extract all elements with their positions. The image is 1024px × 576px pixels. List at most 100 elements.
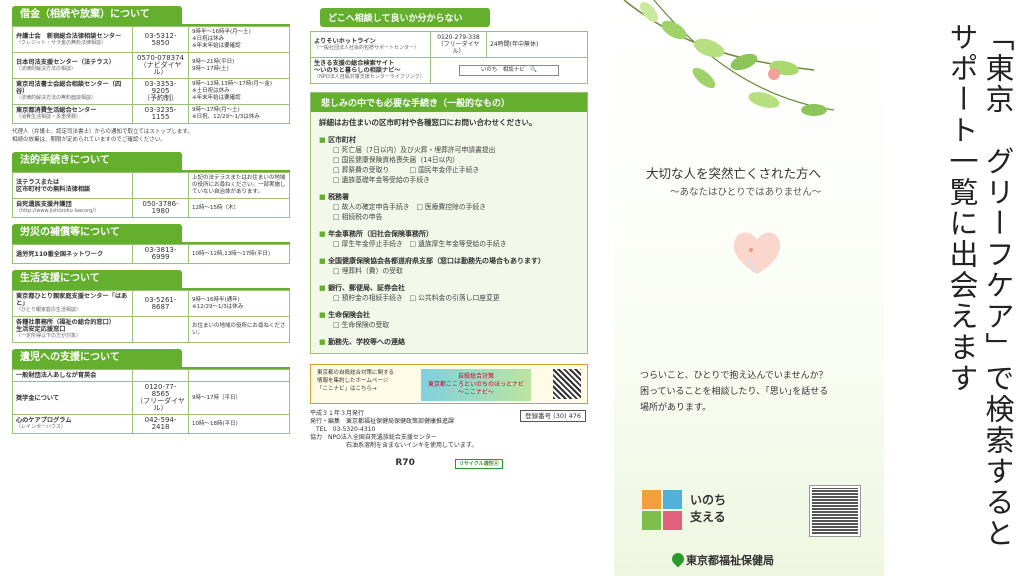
org-cell: よりそいホットライン （一般社団法人社会的包摂サポートセンター） — [310, 31, 431, 58]
recycle-badge: リサイクル適性Ⓐ — [454, 459, 503, 469]
table-row: 東京司法書士会総合相談センター（四谷） （法律的解決方法の無料面談相談） 03-33… — [12, 78, 290, 105]
org-cell: 奨学金について — [12, 381, 133, 415]
banner-text: 東京都の自殺総合対策に関する 情報を集約したホームページ 「ここナビ」はこちら→ — [317, 370, 395, 392]
org-sub: （http://www.jishiizoku-law.org/） — [16, 208, 100, 214]
hours-cell: 10時〜12時,13時〜17時(平日) — [188, 244, 290, 264]
org-name: 東京都消費生活総合センター — [16, 107, 97, 114]
debt-note: 代理人（弁護士、認定司法書士）からの通知で取立てはストップします。 相続の放棄は… — [12, 129, 193, 143]
org-sub: （クレジット・サラ金の無料法律相談） — [16, 39, 107, 46]
section-legal: 法的手続きについて 法テラスまたは 区市町村での無料法律相談 上記の法テラスまたは… — [12, 152, 290, 218]
org-sub: （ひとり親家庭の生活相談） — [16, 307, 81, 313]
org-sub: （レインボーハウス） — [16, 424, 66, 430]
publication-line: TEL 03-5320-4310 — [310, 426, 376, 433]
labor-table: 過労死110番全国ネットワーク 03-3813-6999 10時〜12時,13時〜1… — [12, 244, 290, 264]
org-sub: （一般社団法人社会的包摂サポートセンター） — [314, 44, 420, 51]
consult-title: どこへ相談して良いか分からない — [320, 8, 490, 27]
org-sub: （法律的解決方法の無料面談相談） — [16, 95, 97, 101]
orphan-table: 一般財団法人あしなが育英会 奨学金について 0120-77-8565 （フリーダイヤ… — [12, 369, 290, 434]
org-sub: （NPO法人自殺対策支援センターライフリンク） — [314, 74, 425, 80]
search-cell: いのち 相談ナビ 🔍 — [430, 57, 588, 84]
middle-column: どこへ相談して良いか分からない よりそいホットライン （一般社団法人社会的包摂サポ… — [310, 8, 588, 469]
banner-image: 自殺総合対策 東京都こころといのちのほっとナビ 〜ここナビ〜 — [421, 369, 531, 401]
legal-table: 法テラスまたは 区市町村での無料法律相談 上記の法テラスまたはお住まいの地域の役所… — [12, 172, 290, 218]
org-cell: 東京都ひとり親家庭支援センター「はあと」 （ひとり親家庭の生活相談） — [12, 290, 133, 317]
tel-cell: 042-594-2418 — [132, 414, 189, 434]
tel-cell: 03-3235-1155 — [132, 104, 189, 124]
section-title: 法的手続きについて — [12, 152, 290, 172]
org-name: 法テラスまたは 区市町村での無料法律相談 — [16, 178, 91, 193]
table-row: 一般財団法人あしなが育英会 — [12, 369, 290, 382]
tel-cell: 0570-078374 （ナビダイヤル） — [132, 52, 189, 79]
org-name: 心のケアプログラム — [16, 417, 72, 424]
section-title: 労災の補償等について — [12, 224, 290, 244]
org-cell: 生きる支援の総合検索サイト 〜いのちと暮らしの相談ナビ〜 （NPO法人自殺対策支援… — [310, 57, 431, 84]
qr-code — [553, 369, 581, 399]
org-name: 奨学金について — [16, 394, 60, 402]
procedure-category: 勤務先、学校等への連絡 — [319, 337, 579, 347]
hours-cell: 9時〜17時(月〜土) ※日祝、12/29〜1/3は休み — [188, 104, 290, 124]
procedures-box: 悲しみの中でも必要な手続き（一般的なもの） 詳細はお住まいの区市町村や各種窓口に… — [310, 92, 588, 354]
org-cell: 過労死110番全国ネットワーク — [12, 244, 133, 264]
org-cell: 法テラスまたは 区市町村での無料法律相談 — [12, 172, 133, 199]
bureau-logo-icon — [669, 550, 687, 568]
org-name: 一般財団法人あしなが育英会 — [16, 372, 97, 379]
table-row: 東京都消費生活総合センター （消費生活相談・多重債務） 03-3235-1155 9時… — [12, 104, 290, 124]
cover-panel: 大切な人を突然亡くされた方へ 〜あなたはひとりではありません〜 つらいこと、ひと… — [614, 0, 884, 576]
org-name: 弁護士会 新宿総合法律相談センター — [16, 32, 122, 40]
leaves-illustration — [623, 0, 835, 116]
section-orphan: 遺児への支援について 一般財団法人あしなが育英会 奨学金について 0120-77-8… — [12, 349, 290, 434]
org-name: 東京司法書士会総合相談センター（四谷） — [16, 81, 122, 95]
org-cell: 自死遺族支援弁護団 （http://www.jishiizoku-law.org/… — [12, 198, 133, 218]
table-row: 心のケアプログラム （レインボーハウス） 042-594-2418 10時〜18時(平… — [12, 414, 290, 434]
table-row: 過労死110番全国ネットワーク 03-3813-6999 10時〜12時,13時〜1… — [12, 244, 290, 264]
consult-table: よりそいホットライン （一般社団法人社会的包摂サポートセンター） 0120-279… — [310, 31, 588, 84]
kokonavi-banner[interactable]: 東京都の自殺総合対策に関する 情報を集約したホームページ 「ここナビ」はこちら→… — [310, 364, 588, 404]
procedure-item: □ 生命保険の受取 — [333, 321, 390, 329]
org-cell: 各種社事務所（福祉の総合的窓口） 生活安定応援窓口 （一定所得以下の方が対象） — [12, 316, 133, 343]
procedure-item: □ 葬祭費の受取り □ 国民年金停止手続き — [333, 166, 480, 174]
logo-text: いのち 支える — [690, 493, 727, 524]
section-debt: 借金（相続や放棄）について 弁護士会 新宿総合法律相談センター （クレジット・サラ… — [12, 6, 290, 144]
tel-cell: 03-5312-5850 — [132, 26, 189, 53]
procedures-intro: 詳細はお住まいの区市町村や各種窓口にお問い合わせください。 — [319, 118, 537, 127]
org-name: 生きる支援の総合検索サイト 〜いのちと暮らしの相談ナビ〜 — [314, 60, 401, 74]
hours-cell: 9時〜17時（平日） — [188, 381, 290, 415]
tel-cell — [132, 316, 189, 343]
tel-cell: 03-5261-8687 — [132, 290, 189, 317]
procedure-category: 生命保険会社 — [319, 310, 579, 320]
publication-line: 石油系溶剤を含まないインキを使用しています。 — [310, 442, 478, 449]
hours-cell: 上記の法テラスまたはお住まいの地域の役所にお尋ねください。一部実施していない自治… — [188, 172, 290, 199]
org-cell: 日本司法支援センター（法テラス） （法律的解決方法の相談） — [12, 52, 133, 79]
recycle-footer: R70 リサイクル適性Ⓐ — [310, 458, 588, 469]
procedure-item: □ 遺族基礎年金等受給の手続き — [333, 176, 430, 184]
procedure-category: 区市町村 — [319, 135, 579, 145]
procedures-title: 悲しみの中でも必要な手続き（一般的なもの） — [311, 93, 587, 112]
lead-text: 大切な人を突然亡くされた方へ — [646, 166, 822, 181]
tel-cell: 03-3813-6999 — [132, 244, 189, 264]
hours-cell: 9時半〜16時半(月〜土) ※日祝は休み ※年末年始は要確認 — [188, 26, 290, 53]
procedure-category: 銀行、郵便局、証券会社 — [319, 283, 579, 293]
hours-cell: 9時〜21時(平日) 9時〜17時(土) — [188, 52, 290, 79]
procedure-item: □ 死亡届（7日以内）及び火葬・埋葬許可申請書提出 — [333, 146, 496, 154]
left-column: 借金（相続や放棄）について 弁護士会 新宿総合法律相談センター （クレジット・サラ… — [12, 6, 290, 440]
procedure-item: □ 国民健康保険資格喪失届（14日以内） — [333, 156, 459, 164]
org-sub: （法律的解決方法の相談） — [16, 65, 77, 72]
org-cell: 弁護士会 新宿総合法律相談センター （クレジット・サラ金の無料法律相談） — [12, 26, 133, 53]
procedure-category: 年金事務所（旧社会保険事務所） — [319, 229, 579, 239]
qr-code — [809, 485, 861, 537]
hours-cell: 10時〜18時(平日) — [188, 414, 290, 434]
org-cell: 一般財団法人あしなが育英会 — [12, 369, 133, 382]
life-table: 東京都ひとり親家庭支援センター「はあと」 （ひとり親家庭の生活相談） 03-5261… — [12, 290, 290, 343]
section-labor: 労災の補償等について 過労死110番全国ネットワーク 03-3813-6999 10… — [12, 224, 290, 264]
org-sub: （一定所得以下の方が対象） — [16, 333, 82, 339]
org-cell: 東京都消費生活総合センター （消費生活相談・多重債務） — [12, 104, 133, 124]
vertical-headline: 「東京 グリーフケア」で検索するとサポート一覧に出会えます — [945, 22, 1015, 549]
org-cell: 東京司法書士会総合相談センター（四谷） （法律的解決方法の無料面談相談） — [12, 78, 133, 105]
procedure-item: □ 相続税の申告 — [333, 213, 383, 221]
hours-cell: お住まいの地域の役所にお尋ねください。 — [188, 316, 290, 343]
org-name: 過労死110番全国ネットワーク — [16, 250, 104, 258]
org-sub: （消費生活相談・多重債務） — [16, 114, 82, 120]
hours-cell: 9時〜12時,13時〜17時(月〜金) ※土日祝は休み ※年末年始は要確認 — [188, 78, 290, 105]
table-row: 東京都ひとり親家庭支援センター「はあと」 （ひとり親家庭の生活相談） 03-5261… — [12, 290, 290, 317]
hours-cell — [188, 369, 290, 382]
